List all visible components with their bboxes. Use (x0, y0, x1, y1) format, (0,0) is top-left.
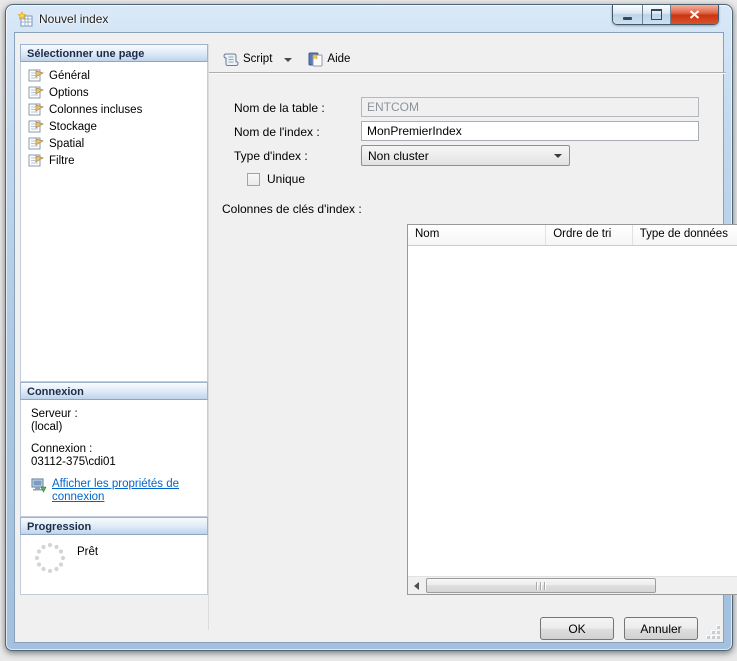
sidebar: Sélectionner une page Général Options Co… (20, 44, 208, 595)
sidebar-item-label: Stockage (49, 121, 97, 133)
main-panel: Script Aide Nom de la table : (208, 44, 726, 630)
cancel-button[interactable]: Annuler (624, 617, 698, 640)
title-bar[interactable]: Nouvel index (6, 5, 732, 32)
grid-column-header-type-de-donnees: Type de données (633, 225, 737, 245)
progress-status: Prêt (77, 546, 98, 558)
sidebar-item-colonnes-incluses[interactable]: Colonnes incluses (21, 101, 207, 118)
minimize-icon (623, 17, 632, 20)
sidebar-item-label: Général (49, 70, 90, 82)
unique-checkbox-row: Unique (247, 172, 305, 186)
grid-body[interactable] (408, 246, 737, 559)
unique-checkbox[interactable] (247, 173, 260, 186)
close-button[interactable] (671, 5, 718, 24)
connection-value: 03112-375\cdi01 (31, 456, 197, 469)
minimize-button[interactable] (613, 5, 643, 24)
help-icon (307, 51, 323, 67)
chevron-down-icon (554, 154, 562, 158)
connection-label: Connexion : (31, 443, 197, 456)
scrollbar-thumb[interactable] (426, 578, 656, 593)
server-label: Serveur : (31, 408, 197, 421)
sidebar-item-options[interactable]: Options (21, 84, 207, 101)
maximize-button[interactable] (643, 5, 671, 24)
dialog-window: Nouvel index Sélectionner une page (5, 4, 733, 651)
sidebar-item-filtre[interactable]: Filtre (21, 152, 207, 169)
sidebar-item-label: Filtre (49, 155, 75, 167)
view-connection-properties-link[interactable]: Afficher les propriétés de connexion (52, 478, 197, 504)
sidebar-item-label: Spatial (49, 138, 84, 150)
grid-column-header-nom: Nom (408, 225, 546, 245)
resize-grip[interactable] (707, 626, 720, 639)
index-type-label: Type d'index : (234, 149, 308, 163)
scrollbar-track (425, 577, 737, 594)
grid-column-header-ordre-de-tri: Ordre de tri (546, 225, 633, 245)
table-name-input (361, 97, 699, 117)
maximize-icon (651, 9, 662, 20)
toolbar: Script Aide (209, 46, 726, 73)
new-index-icon (17, 11, 33, 27)
unique-checkbox-label: Unique (267, 172, 305, 186)
index-key-columns-grid[interactable]: Nom Ordre de tri Type de données Ta (407, 224, 737, 595)
close-icon (689, 10, 700, 19)
caption-buttons (612, 5, 719, 25)
table-name-label: Nom de la table : (234, 101, 325, 115)
index-type-value: Non cluster (368, 149, 429, 163)
grid-header-row: Nom Ordre de tri Type de données Ta (408, 225, 737, 246)
property-page-icon (28, 154, 44, 167)
script-icon (222, 52, 239, 67)
property-page-icon (28, 137, 44, 150)
index-name-label: Nom de l'index : (234, 125, 320, 139)
ok-button[interactable]: OK (540, 617, 614, 640)
connection-properties-icon (31, 478, 47, 504)
help-button[interactable]: Aide (302, 47, 355, 71)
progress-panel: Prêt (20, 535, 208, 595)
page-list: Général Options Colonnes incluses Stocka… (20, 62, 208, 382)
server-value: (local) (31, 421, 197, 434)
connection-panel: Serveur : (local) Connexion : 03112-375\… (20, 400, 208, 517)
scroll-left-icon (414, 582, 419, 590)
property-page-icon (28, 103, 44, 116)
grid-horizontal-scrollbar (408, 576, 737, 594)
property-page-icon (28, 86, 44, 99)
index-name-input[interactable] (361, 121, 699, 141)
sidebar-item-label: Options (49, 87, 89, 99)
sidebar-item-general[interactable]: Général (21, 67, 207, 84)
connection-header: Connexion (20, 382, 208, 400)
scrollbar-grip-icon (536, 582, 546, 590)
sidebar-item-stockage[interactable]: Stockage (21, 118, 207, 135)
window-title: Nouvel index (39, 12, 108, 26)
key-columns-label: Colonnes de clés d'index : (222, 202, 362, 216)
progress-header: Progression (20, 517, 208, 535)
help-button-label: Aide (327, 53, 350, 65)
script-dropdown-arrow-icon[interactable] (284, 58, 292, 62)
select-page-header: Sélectionner une page (20, 44, 208, 62)
property-page-icon (28, 69, 44, 82)
dialog-content: Sélectionner une page Général Options Co… (14, 32, 724, 643)
index-type-select[interactable]: Non cluster (361, 145, 570, 166)
script-button[interactable]: Script (217, 47, 277, 71)
progress-spinner-icon (33, 541, 67, 575)
scroll-left-button[interactable] (408, 577, 425, 594)
sidebar-item-spatial[interactable]: Spatial (21, 135, 207, 152)
script-button-label: Script (243, 53, 272, 65)
sidebar-item-label: Colonnes incluses (49, 104, 142, 116)
property-page-icon (28, 120, 44, 133)
